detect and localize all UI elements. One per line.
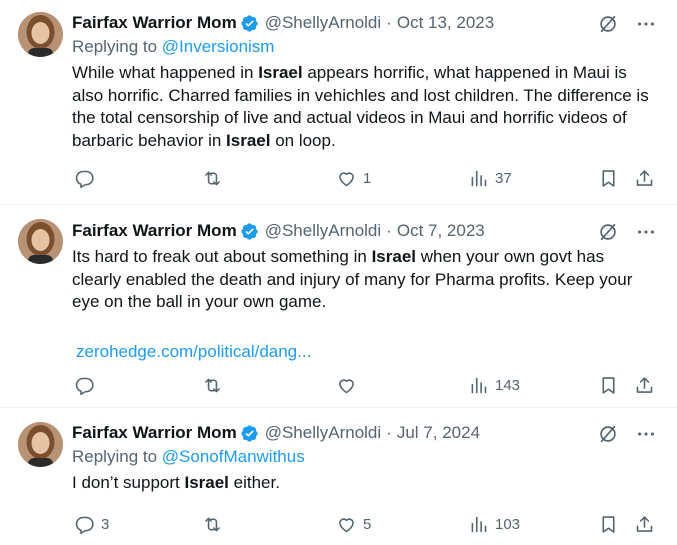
display-name[interactable]: Fairfax Warrior Mom bbox=[72, 423, 237, 443]
tweet-date[interactable]: Oct 13, 2023 bbox=[397, 13, 494, 33]
views-button[interactable]: 143 bbox=[468, 375, 520, 396]
views-button[interactable]: 37 bbox=[468, 168, 512, 189]
views-chart-icon bbox=[471, 377, 487, 393]
reply-icon bbox=[75, 170, 94, 188]
share-button[interactable] bbox=[634, 375, 655, 396]
bookmark-button[interactable] bbox=[598, 168, 619, 189]
more-icon[interactable] bbox=[635, 423, 657, 445]
bookmark-icon bbox=[602, 169, 615, 187]
views-button[interactable]: 103 bbox=[468, 514, 520, 535]
reply-icon bbox=[75, 377, 94, 395]
tweet-text-part: on loop. bbox=[270, 130, 336, 150]
tweet-text-highlight: Israel bbox=[184, 473, 229, 492]
reply-count: 3 bbox=[101, 515, 110, 533]
tweet-header-actions bbox=[597, 13, 657, 35]
tweet-header: Fairfax Warrior Mom @ShellyArnoldi · Oct… bbox=[72, 219, 657, 243]
separator-dot: · bbox=[386, 221, 392, 240]
tweet[interactable]: Fairfax Warrior Mom @ShellyArnoldi · Jul… bbox=[0, 408, 677, 545]
tweet-text-part: I don’t support bbox=[72, 473, 185, 492]
retweet-button[interactable] bbox=[202, 375, 229, 396]
retweet-button[interactable] bbox=[202, 168, 229, 189]
heart-icon bbox=[339, 378, 354, 393]
grok-icon[interactable] bbox=[597, 423, 619, 445]
share-button[interactable] bbox=[634, 168, 655, 189]
user-handle[interactable]: @ShellyArnoldi bbox=[265, 423, 381, 443]
bookmark-button[interactable] bbox=[598, 375, 619, 396]
replying-to-label: Replying to bbox=[72, 37, 162, 56]
separator-dot: · bbox=[386, 13, 392, 32]
tweet-date[interactable]: Oct 7, 2023 bbox=[397, 221, 485, 241]
tweet-header-actions bbox=[597, 221, 657, 243]
like-count: 5 bbox=[363, 515, 372, 533]
reply-icon bbox=[75, 516, 94, 534]
like-button[interactable] bbox=[336, 375, 363, 396]
tweet-text: I don’t support Israel either. bbox=[72, 472, 657, 495]
tweet-actions: 1 37 bbox=[72, 166, 657, 190]
avatar[interactable] bbox=[18, 12, 63, 57]
user-handle[interactable]: @ShellyArnoldi bbox=[265, 221, 381, 241]
tweet-text-part: either. bbox=[228, 473, 280, 492]
view-count: 103 bbox=[495, 515, 521, 533]
bookmark-button[interactable] bbox=[598, 514, 619, 535]
tweet-text: Its hard to freak out about something in… bbox=[72, 246, 657, 314]
separator-dot: · bbox=[386, 423, 392, 442]
heart-icon bbox=[339, 517, 354, 532]
like-button[interactable]: 1 bbox=[336, 168, 371, 189]
tweet-header-actions bbox=[597, 423, 657, 445]
share-button[interactable] bbox=[634, 514, 655, 535]
tweet-text-highlight: Israel bbox=[226, 130, 271, 150]
share-icon bbox=[636, 169, 653, 186]
tweet-date[interactable]: Jul 7, 2024 bbox=[397, 423, 480, 443]
more-icon[interactable] bbox=[635, 13, 657, 35]
views-chart-icon bbox=[471, 170, 487, 186]
avatar[interactable] bbox=[18, 422, 63, 467]
reply-button[interactable]: 3 bbox=[74, 514, 109, 535]
bookmark-icon bbox=[602, 376, 615, 394]
display-name[interactable]: Fairfax Warrior Mom bbox=[72, 221, 237, 241]
heart-icon bbox=[339, 171, 354, 186]
view-count: 143 bbox=[495, 376, 521, 394]
tweet-actions: 3 5 103 bbox=[72, 512, 657, 536]
retweet-icon bbox=[205, 517, 220, 531]
replying-to-handle[interactable]: @SonofManwithus bbox=[162, 447, 305, 466]
tweet-text-highlight: Israel bbox=[371, 247, 417, 266]
verified-badge-icon bbox=[241, 14, 258, 32]
tweet-text-part: While what happened in bbox=[72, 63, 259, 82]
grok-icon[interactable] bbox=[597, 221, 619, 243]
like-button[interactable]: 5 bbox=[336, 514, 371, 535]
tweet-header: Fairfax Warrior Mom @ShellyArnoldi · Jul… bbox=[72, 421, 657, 445]
tweet-text-part: Its hard to freak out about something in bbox=[72, 247, 372, 266]
replying-to: Replying to @SonofManwithus bbox=[72, 445, 657, 469]
retweet-icon bbox=[205, 171, 220, 185]
tweet-feed: Fairfax Warrior Mom @ShellyArnoldi · Oct… bbox=[0, 0, 677, 545]
tweet[interactable]: Fairfax Warrior Mom @ShellyArnoldi · Oct… bbox=[0, 0, 677, 205]
retweet-button[interactable] bbox=[202, 514, 229, 535]
share-icon bbox=[636, 376, 653, 393]
user-handle[interactable]: @ShellyArnoldi bbox=[265, 13, 381, 33]
tweet-header: Fairfax Warrior Mom @ShellyArnoldi · Oct… bbox=[72, 11, 657, 35]
reply-button[interactable] bbox=[74, 375, 101, 396]
views-chart-icon bbox=[471, 516, 487, 532]
retweet-icon bbox=[205, 378, 220, 392]
view-count: 37 bbox=[495, 169, 512, 187]
verified-badge-icon bbox=[241, 222, 258, 240]
display-name[interactable]: Fairfax Warrior Mom bbox=[72, 13, 237, 33]
bookmark-icon bbox=[602, 515, 615, 533]
replying-to-label: Replying to bbox=[72, 447, 162, 466]
more-icon[interactable] bbox=[635, 221, 657, 243]
external-link[interactable]: zerohedge.com/political/dang... bbox=[76, 341, 657, 363]
share-icon bbox=[636, 515, 653, 532]
tweet-text-highlight: Israel bbox=[258, 63, 303, 82]
replying-to: Replying to @Inversionism bbox=[72, 35, 657, 59]
tweet-actions: 143 bbox=[72, 373, 657, 397]
grok-icon[interactable] bbox=[597, 13, 619, 35]
reply-button[interactable] bbox=[74, 168, 101, 189]
tweet[interactable]: Fairfax Warrior Mom @ShellyArnoldi · Oct… bbox=[0, 205, 677, 408]
replying-to-handle[interactable]: @Inversionism bbox=[162, 37, 275, 56]
verified-badge-icon bbox=[241, 424, 258, 442]
like-count: 1 bbox=[363, 169, 372, 187]
avatar[interactable] bbox=[18, 219, 63, 264]
tweet-text: While what happened in Israel appears ho… bbox=[72, 62, 657, 152]
